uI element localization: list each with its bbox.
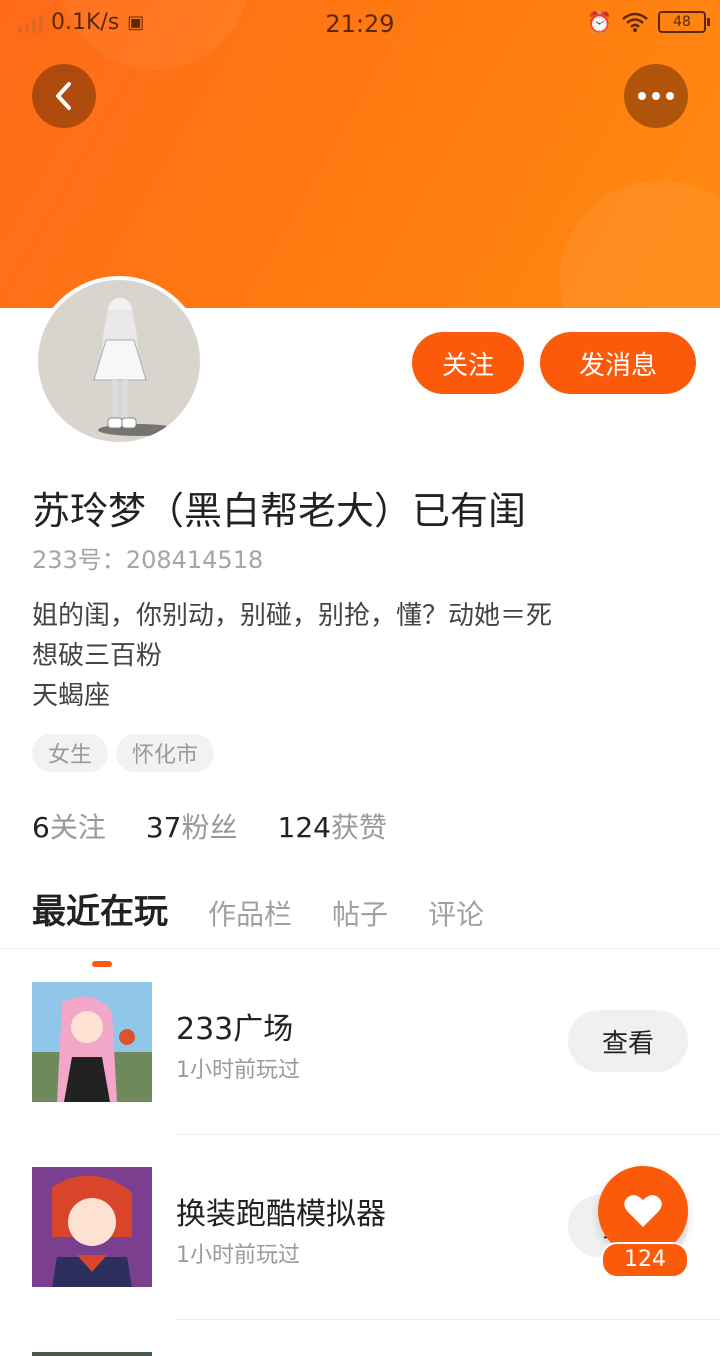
user-id: 233号：208414518 — [32, 546, 264, 574]
divider — [176, 1134, 720, 1135]
more-options-button[interactable] — [624, 64, 688, 128]
game-thumbnail — [32, 982, 152, 1102]
chevron-left-icon — [56, 82, 71, 110]
wifi-icon — [622, 12, 648, 32]
profile-tabs: 最近在玩 作品栏 帖子 评论 — [32, 884, 484, 967]
profile-stats: 6关注 37粉丝 124获赞 — [32, 806, 387, 846]
following-stat[interactable]: 6关注 — [32, 806, 106, 846]
likes-stat: 124获赞 — [277, 811, 387, 844]
view-button[interactable]: 查看 — [568, 1010, 688, 1072]
bio-line: 天蝎座 — [32, 681, 111, 711]
bio-line: 想破三百粉 — [32, 641, 163, 671]
tab-works[interactable]: 作品栏 — [208, 893, 292, 933]
bio-line: 姐的闺，你别动，别碰，别抢，懂？动她＝死 — [32, 601, 553, 631]
tab-recently-played[interactable]: 最近在玩 — [32, 884, 168, 967]
divider — [176, 1319, 720, 1320]
heart-icon — [624, 1195, 662, 1227]
game-thumbnail — [32, 1167, 152, 1287]
game-title: 233广场 — [176, 1012, 294, 1047]
profile-name: 苏玲梦（黑白帮老大）已有闺 — [32, 489, 527, 533]
battery-icon: 48 — [658, 11, 710, 33]
profile-tags: 女生 怀化市 — [32, 734, 215, 772]
tag-gender: 女生 — [32, 734, 109, 772]
list-item[interactable]: 233广场 1小时前玩过 查看 — [0, 982, 720, 1166]
send-message-button[interactable]: 发消息 — [540, 332, 696, 394]
more-dots-icon — [638, 92, 674, 100]
banner-decoration — [560, 180, 720, 308]
back-button[interactable] — [32, 64, 96, 128]
follow-button[interactable]: 关注 — [412, 332, 524, 394]
like-count-badge: 124 — [601, 1242, 689, 1278]
game-thumbnail — [32, 1352, 152, 1356]
avatar-figure — [93, 298, 178, 436]
status-bar: 0.1K/s ▣ 21:29 ⏰ 48 — [0, 0, 720, 50]
game-title: 换装跑酷模拟器 — [176, 1197, 386, 1232]
avatar[interactable] — [34, 276, 204, 446]
tab-posts[interactable]: 帖子 — [332, 893, 388, 933]
game-last-played: 1小时前玩过 — [176, 1243, 300, 1268]
divider — [0, 948, 720, 949]
alarm-icon: ⏰ — [587, 10, 612, 34]
tab-comments[interactable]: 评论 — [428, 893, 484, 933]
tag-city: 怀化市 — [116, 734, 215, 772]
fans-stat[interactable]: 37粉丝 — [146, 806, 238, 846]
profile-bio: 姐的闺，你别动，别碰，别抢，懂？动她＝死 想破三百粉 天蝎座 — [32, 596, 552, 716]
game-last-played: 1小时前玩过 — [176, 1058, 300, 1083]
